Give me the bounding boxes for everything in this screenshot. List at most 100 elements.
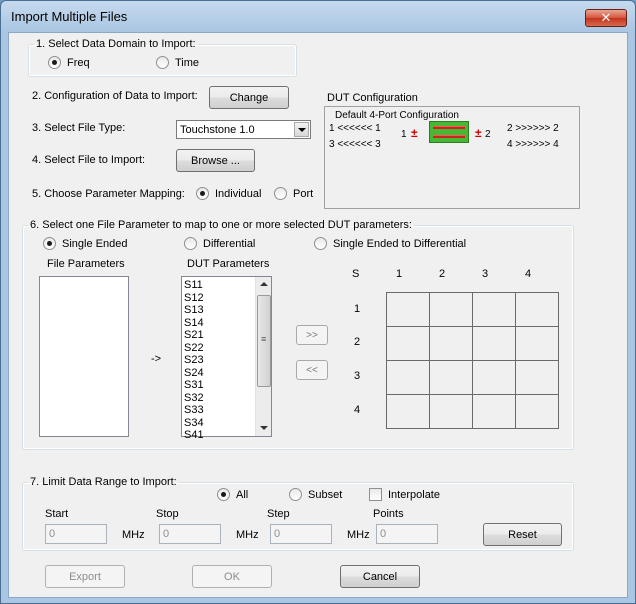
single-ended-to-differential-radio-label: Single Ended to Differential	[333, 237, 467, 250]
dut-parameter-item[interactable]: S31	[184, 379, 204, 392]
scroll-down-icon[interactable]	[256, 420, 272, 436]
dut-parameter-item[interactable]: S33	[184, 404, 204, 417]
freq-radio[interactable]: Freq	[48, 56, 90, 69]
grid-col-4: 4	[525, 268, 532, 280]
dialog-window: Import Multiple Files ✕ 1. Select Data D…	[0, 0, 636, 604]
interpolate-checkbox[interactable]: Interpolate	[369, 488, 440, 501]
grid-cell-s22[interactable]	[429, 326, 473, 361]
individual-radio-label: Individual	[215, 187, 262, 200]
interpolate-checkbox-box[interactable]	[369, 488, 382, 501]
individual-radio[interactable]: Individual	[196, 187, 261, 200]
add-mapping-button[interactable]: >>	[296, 325, 328, 345]
dut-parameter-item[interactable]: S32	[184, 392, 204, 405]
single-ended-to-differential-radio-dot[interactable]	[314, 237, 327, 250]
close-button[interactable]: ✕	[585, 9, 627, 27]
grid-cell-s34[interactable]	[515, 360, 559, 395]
title-bar[interactable]: Import Multiple Files ✕	[1, 1, 635, 33]
grid-cell-s41[interactable]	[386, 394, 430, 429]
file-type-value: Touchstone 1.0	[180, 123, 255, 136]
grid-row-4: 4	[354, 404, 361, 416]
single-ended-to-differential-radio[interactable]: Single Ended to Differential	[314, 237, 466, 250]
differential-radio-label: Differential	[203, 237, 256, 250]
grid-col-3: 3	[482, 268, 489, 280]
dialog-body: 1. Select Data Domain to Import: Freq Ti…	[8, 32, 628, 598]
dut-device-icon	[429, 121, 469, 143]
stop-input[interactable]: 0	[159, 524, 221, 544]
export-button[interactable]: Export	[45, 565, 125, 588]
chevron-down-icon[interactable]	[294, 122, 309, 137]
start-input[interactable]: 0	[45, 524, 107, 544]
dut-parameters-label: DUT Parameters	[187, 258, 270, 270]
grid-cell-s14[interactable]	[515, 292, 559, 327]
all-radio-dot[interactable]	[217, 488, 230, 501]
dut-parameters-list[interactable]: S11 S12 S13 S14 S21 S22 S23 S24 S31 S32 S33 S34 S41	[181, 276, 272, 441]
dut-parameter-item[interactable]: S13	[184, 304, 204, 317]
scroll-up-icon[interactable]	[256, 277, 272, 293]
dut-right-row-1: 2 >>>>>> 2	[507, 123, 559, 134]
grid-col-2: 2	[439, 268, 446, 280]
browse-button[interactable]: Browse ...	[176, 149, 255, 172]
dut-right-pm: ±	[475, 126, 482, 140]
grid-cell-s43[interactable]	[472, 394, 516, 429]
grid-row-1: 1	[354, 303, 361, 315]
dut-parameter-item[interactable]: S21	[184, 329, 204, 342]
dut-parameter-item[interactable]: S41	[184, 429, 204, 442]
points-input[interactable]: 0	[376, 524, 438, 544]
close-icon: ✕	[600, 10, 612, 25]
grid-cell-s11[interactable]	[386, 292, 430, 327]
differential-radio[interactable]: Differential	[184, 237, 255, 250]
grid-cell-s21[interactable]	[386, 326, 430, 361]
mapping-arrow: ->	[151, 353, 162, 365]
reset-button[interactable]: Reset	[483, 523, 562, 546]
remove-mapping-button[interactable]: <<	[296, 360, 328, 380]
cancel-button[interactable]: Cancel	[340, 565, 420, 588]
file-parameters-list[interactable]	[39, 276, 129, 437]
points-label: Points	[373, 508, 404, 520]
grid-cell-s33[interactable]	[472, 360, 516, 395]
single-ended-radio[interactable]: Single Ended	[43, 237, 127, 250]
dut-parameter-item[interactable]: S14	[184, 317, 204, 330]
file-type-select[interactable]: Touchstone 1.0	[176, 120, 311, 139]
grid-cell-s13[interactable]	[472, 292, 516, 327]
file-parameters-label: File Parameters	[47, 258, 125, 270]
subset-radio[interactable]: Subset	[289, 488, 342, 501]
differential-radio-dot[interactable]	[184, 237, 197, 250]
step-label: Step	[267, 508, 290, 520]
dut-parameter-item[interactable]: S11	[184, 279, 204, 292]
subset-radio-dot[interactable]	[289, 488, 302, 501]
individual-radio-dot[interactable]	[196, 187, 209, 200]
dut-parameters-scrollbar[interactable]	[255, 277, 271, 436]
grid-cell-s32[interactable]	[429, 360, 473, 395]
dut-parameter-item[interactable]: S24	[184, 367, 204, 380]
step-input[interactable]: 0	[270, 524, 332, 544]
port-radio-label: Port	[293, 187, 314, 200]
port-radio[interactable]: Port	[274, 187, 313, 200]
stop-unit: MHz	[236, 529, 259, 541]
grid-cell-s23[interactable]	[472, 326, 516, 361]
dut-configuration-panel: Default 4-Port Configuration 1 <<<<<< 1 …	[324, 106, 580, 209]
freq-radio-dot[interactable]	[48, 56, 61, 69]
dut-left-row-2: 3 <<<<<< 3	[329, 139, 381, 150]
grid-cell-s24[interactable]	[515, 326, 559, 361]
ok-button[interactable]: OK	[192, 565, 272, 588]
dut-line-1	[433, 126, 465, 129]
dut-parameter-item[interactable]: S23	[184, 354, 204, 367]
all-radio[interactable]: All	[217, 488, 248, 501]
dut-parameter-item[interactable]: S12	[184, 292, 204, 305]
scroll-thumb[interactable]	[257, 295, 271, 387]
stop-label: Stop	[156, 508, 179, 520]
port-radio-dot[interactable]	[274, 187, 287, 200]
grid-cell-s12[interactable]	[429, 292, 473, 327]
grid-cell-s31[interactable]	[386, 360, 430, 395]
step-unit: MHz	[347, 529, 370, 541]
time-radio-dot[interactable]	[156, 56, 169, 69]
change-button[interactable]: Change	[209, 86, 289, 109]
data-range-legend: 7. Limit Data Range to Import:	[30, 476, 177, 488]
dut-parameter-item[interactable]: S22	[184, 342, 204, 355]
grid-cell-s44[interactable]	[515, 394, 559, 429]
all-radio-label: All	[236, 488, 249, 501]
single-ended-radio-dot[interactable]	[43, 237, 56, 250]
dut-parameter-item[interactable]: S34	[184, 417, 204, 430]
grid-cell-s42[interactable]	[429, 394, 473, 429]
time-radio[interactable]: Time	[156, 56, 199, 69]
